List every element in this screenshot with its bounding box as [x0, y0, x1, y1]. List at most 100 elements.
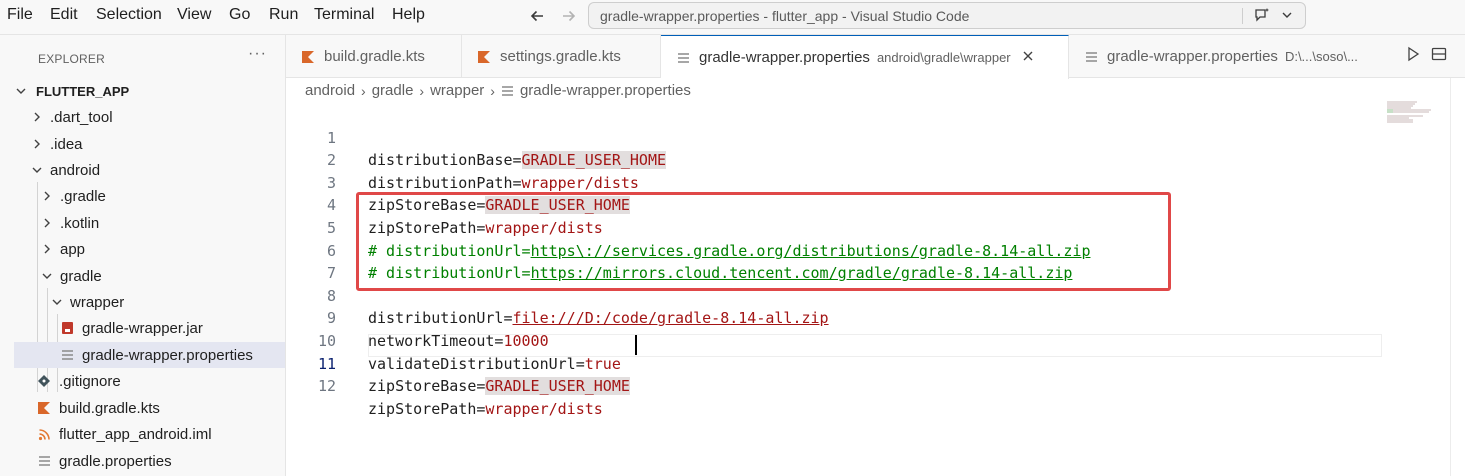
tree-item-label: android [50, 161, 101, 179]
menu-terminal[interactable]: Terminal [314, 6, 374, 24]
tree-item-label: flutter_app_android.iml [59, 425, 212, 443]
tree-item-wrapper[interactable]: wrapper [14, 289, 285, 315]
chevron-down-icon [30, 164, 44, 176]
menu-go[interactable]: Go [229, 6, 250, 24]
menu-help[interactable]: Help [392, 6, 425, 24]
chevron-down-icon [14, 85, 28, 97]
window-title: gradle-wrapper.properties - flutter_app … [600, 8, 970, 24]
tree-item-iml[interactable]: flutter_app_android.iml [14, 421, 285, 447]
kotlin-icon [476, 49, 492, 65]
tree-item-label: wrapper [70, 293, 125, 311]
editor-actions [1395, 35, 1465, 78]
properties-file-icon [59, 347, 75, 363]
tree-item-label: gradle-wrapper.properties [82, 346, 253, 364]
scrollbar-track[interactable] [1450, 78, 1451, 476]
code-line: 1 distributionBase=GRADLE_USER_HOME [286, 104, 1386, 170]
tree-item-dart-tool[interactable]: .dart_tool [14, 104, 285, 130]
tree-item-label: .gradle [60, 187, 106, 205]
divider [1242, 8, 1243, 24]
tree-item-gradle-cache[interactable]: .gradle [14, 183, 285, 209]
arrow-left-icon[interactable] [525, 4, 549, 28]
chat-sparkle-icon [1253, 6, 1271, 27]
jar-file-icon [59, 320, 75, 336]
tree-item-label: build.gradle.kts [59, 399, 160, 417]
tab-label: gradle-wrapper.properties [699, 49, 870, 66]
tab-settings-gradle-kts[interactable]: settings.gradle.kts [462, 35, 661, 78]
command-center[interactable]: gradle-wrapper.properties - flutter_app … [588, 2, 1306, 29]
highlight-annotation-box [356, 192, 1171, 291]
tree-item-gradle[interactable]: gradle [14, 263, 285, 289]
chevron-right-icon [30, 111, 44, 123]
tab-description: D:\...\soso\... [1284, 49, 1358, 64]
tree-item-label: .idea [50, 135, 83, 153]
tree-item-label: .gitignore [59, 372, 121, 390]
chevron-down-icon [50, 296, 64, 308]
tab-label: gradle-wrapper.properties [1107, 48, 1278, 65]
code-line: 2 distributionPath=wrapper/dists [286, 127, 1386, 192]
run-icon[interactable] [1405, 46, 1421, 67]
chevron-right-icon [40, 243, 54, 255]
split-editor-icon[interactable] [1431, 46, 1447, 67]
chevron-right-icon: › [490, 82, 495, 99]
explorer-sidebar: EXPLORER ··· FLUTTER_APP .dart_tool .ide… [0, 35, 286, 476]
tree-item-gradle-wrapper-properties[interactable]: gradle-wrapper.properties [14, 342, 285, 368]
menu-selection[interactable]: Selection [96, 6, 162, 24]
code-line: 10 validateDistributionUrl=true [286, 307, 1386, 373]
code-line-current: 11 zipStoreBase=GRADLE_USER_HOME [286, 330, 1386, 396]
tree-item-android[interactable]: android [14, 157, 285, 183]
tree-item-gitignore[interactable]: .gitignore [14, 368, 285, 394]
title-bar: File Edit Selection View Go Run Terminal… [0, 0, 1465, 35]
menu-edit[interactable]: Edit [50, 6, 78, 24]
chevron-right-icon: › [419, 82, 425, 99]
tab-gradle-wrapper-properties-other[interactable]: gradle-wrapper.properties D:\...\soso\..… [1069, 35, 1395, 78]
tree-item-idea[interactable]: .idea [14, 131, 285, 157]
explorer-title: EXPLORER [38, 52, 105, 66]
tree-root-folder[interactable]: FLUTTER_APP [14, 78, 285, 104]
tree-item-app[interactable]: app [14, 236, 285, 262]
tree-item-gradle-properties[interactable]: gradle.properties [14, 448, 285, 474]
tab-gradle-wrapper-properties-active[interactable]: gradle-wrapper.properties android\gradle… [661, 35, 1069, 79]
chevron-right-icon: › [361, 82, 366, 99]
tree-root-label: FLUTTER_APP [36, 83, 130, 99]
tab-label: settings.gradle.kts [500, 48, 621, 65]
menu-file[interactable]: File [7, 6, 33, 24]
code-line: 3 zipStoreBase=GRADLE_USER_HOME [286, 149, 1386, 215]
property-key: zipStoreBase= [368, 377, 486, 396]
copilot-button[interactable] [1242, 5, 1293, 27]
editor-tab-bar: build.gradle.kts settings.gradle.kts gra… [286, 35, 1465, 79]
text-cursor [635, 335, 637, 355]
code-line: 4 zipStorePath=wrapper/dists [286, 172, 1386, 237]
breadcrumb-item[interactable]: wrapper [430, 82, 484, 99]
tree-item-kotlin[interactable]: .kotlin [14, 210, 285, 236]
properties-file-icon [675, 50, 691, 66]
properties-file-icon [36, 453, 52, 469]
property-key: zipStorePath= [368, 399, 486, 418]
tab-build-gradle-kts[interactable]: build.gradle.kts [286, 35, 462, 78]
tree-item-label: gradle [60, 267, 102, 285]
breadcrumb-item[interactable]: gradle [372, 82, 414, 99]
breadcrumb-item[interactable]: android [305, 82, 355, 99]
menu-view[interactable]: View [177, 6, 211, 24]
tab-label: build.gradle.kts [324, 48, 425, 65]
kotlin-icon [300, 49, 316, 65]
menu-run[interactable]: Run [269, 6, 298, 24]
property-value: GRADLE_USER_HOME [485, 377, 630, 396]
git-icon [36, 373, 52, 389]
tree-item-build-gradle-kts[interactable]: build.gradle.kts [14, 395, 285, 421]
tree-item-gradle-wrapper-jar[interactable]: gradle-wrapper.jar [14, 315, 285, 341]
tree-item-label: gradle.properties [59, 452, 172, 470]
breadcrumb: android › gradle › wrapper › gradle-wrap… [305, 82, 691, 99]
arrow-right-icon[interactable] [557, 4, 581, 28]
tree-item-label: .kotlin [60, 214, 100, 232]
tree-item-label: .dart_tool [50, 108, 113, 126]
minimap[interactable] [1387, 101, 1435, 123]
close-icon[interactable] [1021, 47, 1035, 68]
properties-file-icon [1083, 49, 1099, 65]
properties-file-icon [501, 85, 514, 97]
chevron-right-icon [40, 190, 54, 202]
chevron-down-icon [40, 270, 54, 282]
property-value: wrapper/dists [485, 399, 603, 418]
more-actions-icon[interactable]: ··· [248, 45, 267, 63]
chevron-down-icon[interactable] [1281, 9, 1293, 24]
breadcrumb-item[interactable]: gradle-wrapper.properties [520, 82, 691, 99]
